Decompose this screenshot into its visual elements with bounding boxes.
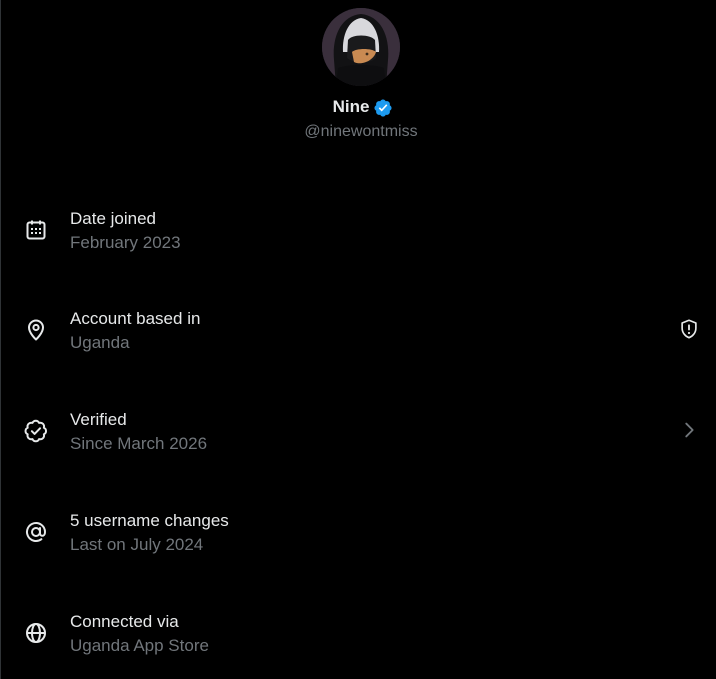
verified-check-icon xyxy=(24,419,48,443)
display-name: Nine xyxy=(332,97,370,116)
profile-name-row: Nine xyxy=(0,95,716,119)
globe-icon xyxy=(26,623,46,643)
shield-alert-icon[interactable] xyxy=(678,318,700,340)
location-pin-icon xyxy=(28,319,44,341)
about-row-username-changes: 5 username changes Last on July 2024 xyxy=(0,509,716,567)
row-title: 5 username changes xyxy=(70,511,229,530)
row-title: Verified xyxy=(70,410,127,429)
verified-badge-icon[interactable] xyxy=(373,98,393,118)
row-subtitle: Uganda App Store xyxy=(70,636,209,655)
row-subtitle: February 2023 xyxy=(70,233,181,252)
at-sign-icon xyxy=(26,522,47,542)
row-subtitle: Uganda xyxy=(70,333,130,352)
row-title: Date joined xyxy=(70,209,157,228)
about-row-verified[interactable]: Verified Since March 2026 xyxy=(0,408,716,466)
avatar[interactable] xyxy=(322,8,400,86)
row-subtitle: Since March 2026 xyxy=(70,434,208,453)
avatar-image xyxy=(322,8,400,86)
about-row-account-based-in: Account based in Uganda xyxy=(0,307,716,365)
profile-handle[interactable]: @ninewontmiss xyxy=(0,121,716,143)
about-row-date-joined: Date joined February 2023 xyxy=(0,207,716,265)
chevron-right-icon[interactable] xyxy=(678,419,700,441)
row-title: Connected via xyxy=(70,612,179,631)
row-subtitle: Last on July 2024 xyxy=(70,535,204,554)
about-row-connected-via: Connected via Uganda App Store xyxy=(0,610,716,668)
calendar-icon xyxy=(26,220,46,240)
row-title: Account based in xyxy=(70,309,201,328)
